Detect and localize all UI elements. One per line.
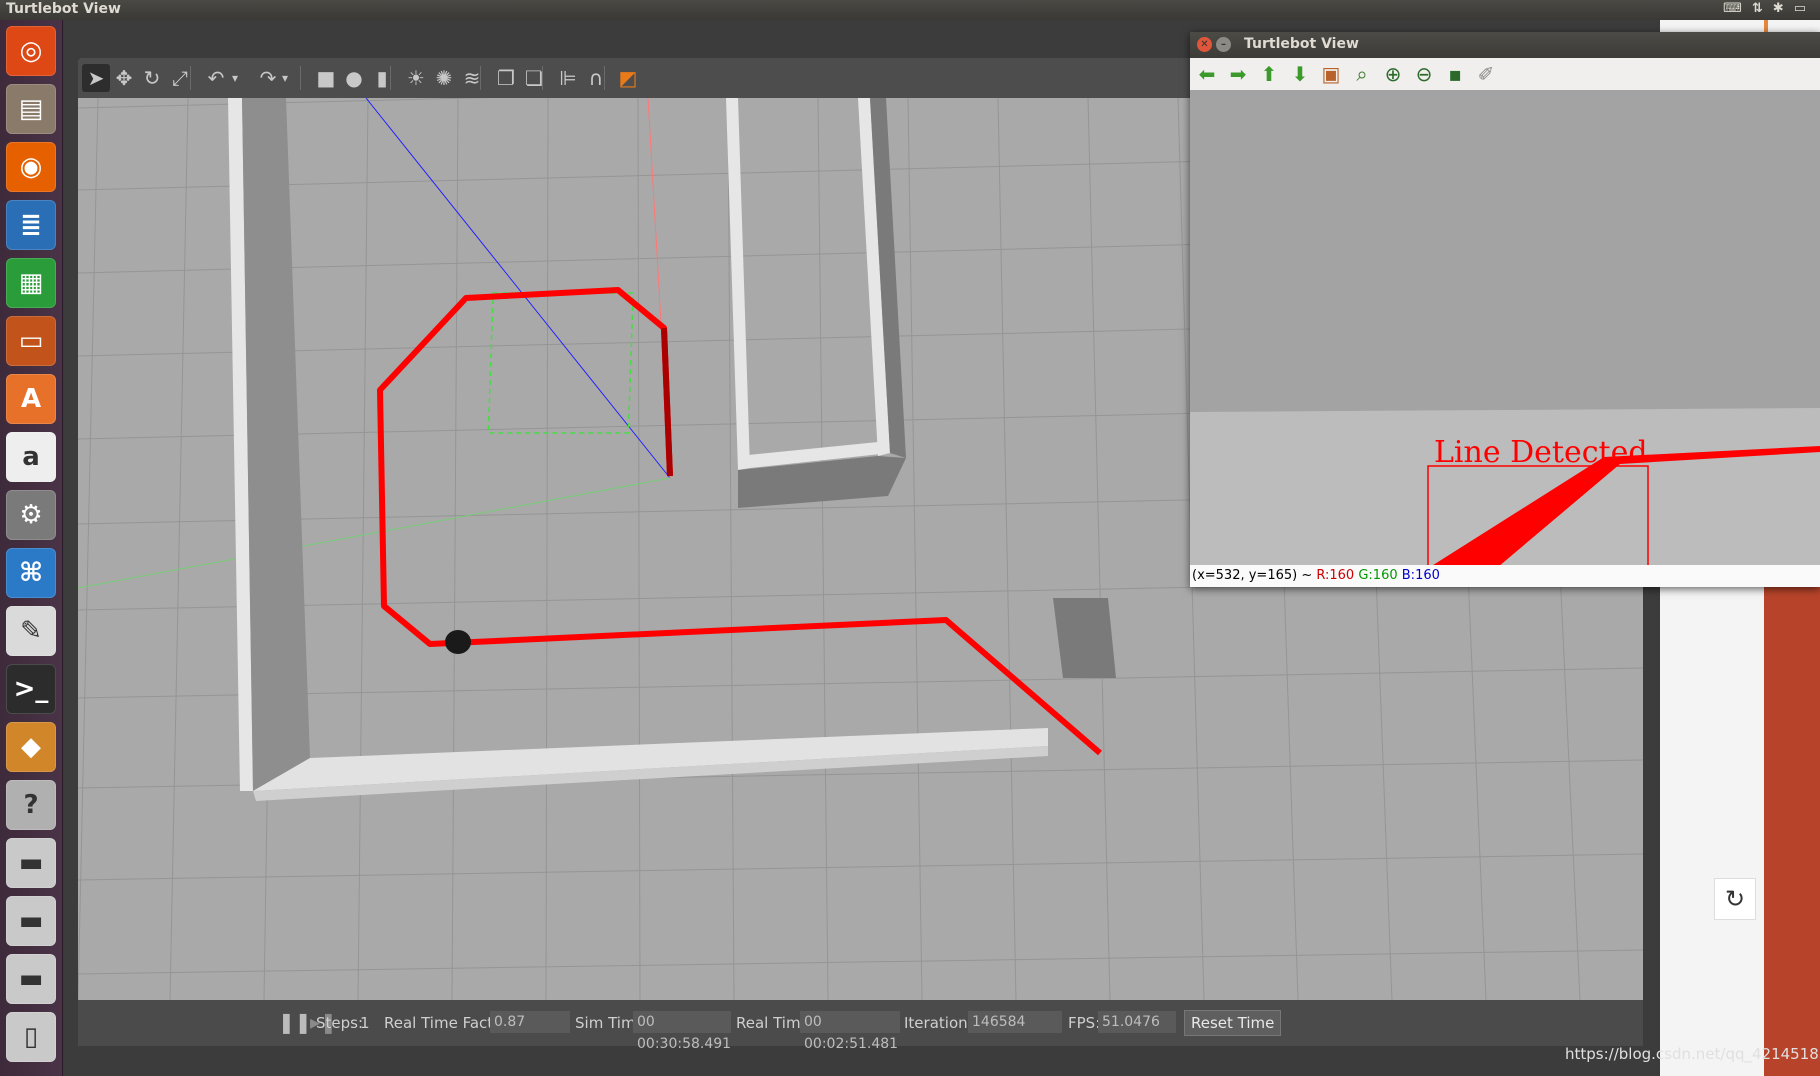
network-icon[interactable]: ⇅: [1752, 1, 1773, 16]
undo-icon[interactable]: ↶: [202, 64, 230, 92]
watermark: https://blog.csdn.net/qq_42145185: [1565, 1045, 1820, 1063]
drive-icon[interactable]: ▬: [6, 954, 56, 1004]
back-arrow-icon[interactable]: ⬅: [1194, 62, 1220, 86]
align-icon[interactable]: ⊫: [554, 64, 582, 92]
pixel-green: G:160: [1358, 568, 1398, 583]
close-icon[interactable]: ✕: [1197, 37, 1212, 52]
accent-bar: [1764, 580, 1820, 1076]
gazebo-icon[interactable]: ◆: [6, 722, 56, 772]
trash-icon[interactable]: ▯: [6, 1012, 56, 1062]
spot-light-icon[interactable]: ✺: [430, 64, 458, 92]
undo-dropdown-icon[interactable]: ▾: [228, 64, 242, 92]
select-arrow-icon[interactable]: ➤: [82, 64, 110, 92]
launcher: ◎ ▤ ◉ ≣ ▦ ▭ Aa ⚙ ⌘ ✎ >_ ◆? ▬ ▬ ▬ ▯: [0, 20, 63, 1076]
toolbar-separator: [604, 66, 605, 90]
down-arrow-icon[interactable]: ⬇: [1287, 62, 1313, 86]
terminal-icon[interactable]: >_: [6, 664, 56, 714]
zoom-out-icon[interactable]: ⊖: [1411, 62, 1437, 86]
minimize-icon[interactable]: –: [1216, 37, 1231, 52]
turtlebot-view-title: Turtlebot View: [1244, 36, 1359, 52]
steps-label: Steps:: [316, 1014, 364, 1032]
help-icon[interactable]: ?: [6, 780, 56, 830]
copy-icon[interactable]: ❐: [492, 64, 520, 92]
translate-icon[interactable]: ✥: [110, 64, 138, 92]
y-axis-line: [365, 98, 671, 479]
selection-bounding-box: [487, 292, 634, 434]
toolbar-separator: [300, 66, 301, 90]
refresh-icon[interactable]: ↻: [1714, 878, 1756, 920]
text-editor-icon[interactable]: ✎: [6, 606, 56, 656]
ubuntu-icon[interactable]: ◎: [6, 26, 56, 76]
box-shape-icon[interactable]: ■: [312, 64, 340, 92]
amazon-icon[interactable]: a: [6, 432, 56, 482]
z-axis-line: [78, 477, 671, 589]
settings-brush-icon[interactable]: ✐: [1473, 62, 1499, 86]
vscode-icon[interactable]: ⌘: [6, 548, 56, 598]
pixel-info-bar: (x=532, y=165) ~ R:160 G:160 B:160: [1190, 565, 1820, 587]
gazebo-toolbar: ➤ ✥ ↻ ⤢ ↶ ▾ ↷ ▾ ■ ● ▮ ☀ ✺ ≋ ❐ ❏ ⊫ ∩ ◩: [78, 58, 1194, 98]
writer-icon[interactable]: ≣: [6, 200, 56, 250]
iterations-value: 146584: [968, 1011, 1062, 1033]
files-icon[interactable]: ▤: [6, 84, 56, 134]
system-tray[interactable]: ⌨⇅✱▭: [1723, 1, 1816, 16]
gazebo-statusbar: ❚❚ ▸❚ Steps: 1 Real Time Factor: 0.87 Si…: [78, 1000, 1643, 1052]
turtlebot-robot[interactable]: [445, 630, 471, 654]
toolbar-separator: [480, 66, 481, 90]
turtlebot-view-window: ✕ – Turtlebot View ⬅ ➡ ⬆ ⬇ ▣ ⌕ ⊕ ⊖ ▪ ✐ Line Detec…: [1190, 32, 1820, 587]
calc-icon[interactable]: ▦: [6, 258, 56, 308]
top-panel: Turtlebot View ⌨⇅✱▭: [0, 0, 1820, 20]
point-light-icon[interactable]: ☀: [402, 64, 430, 92]
camera-image[interactable]: Line Detected: [1190, 90, 1820, 597]
active-window-title: Turtlebot View: [6, 1, 121, 17]
wall-inner[interactable]: [726, 98, 906, 508]
zoom-fit-icon[interactable]: ⌕: [1349, 62, 1375, 86]
snap-icon[interactable]: ∩: [582, 64, 610, 92]
image-icon[interactable]: ▣: [1318, 62, 1344, 86]
reset-time-button[interactable]: Reset Time: [1184, 1010, 1282, 1036]
view-angle-icon[interactable]: ◩: [614, 64, 642, 92]
paste-icon[interactable]: ❏: [520, 64, 548, 92]
toolbar-separator: [542, 66, 543, 90]
wall-stub[interactable]: [1053, 598, 1116, 678]
firefox-icon[interactable]: ◉: [6, 142, 56, 192]
up-arrow-icon[interactable]: ⬆: [1256, 62, 1282, 86]
battery-icon[interactable]: ▭: [1794, 1, 1816, 16]
real-time-factor-value: 0.87: [490, 1011, 570, 1033]
pause-button[interactable]: ❚❚: [278, 1010, 312, 1034]
software-center-icon[interactable]: A: [6, 374, 56, 424]
impress-icon[interactable]: ▭: [6, 316, 56, 366]
drive-icon[interactable]: ▬: [6, 838, 56, 888]
camera-frame: Line Detected: [1190, 90, 1820, 587]
fps-label: FPS:: [1068, 1014, 1101, 1032]
fps-value: 51.0476: [1098, 1011, 1176, 1033]
pixel-coords: (x=532, y=165) ~: [1192, 568, 1313, 583]
toolbar-separator: [190, 66, 191, 90]
pixel-red: R:160: [1316, 568, 1355, 583]
system-settings-icon[interactable]: ⚙: [6, 490, 56, 540]
pixel-blue: B:160: [1401, 568, 1440, 583]
zoom-in-icon[interactable]: ⊕: [1380, 62, 1406, 86]
turtlebot-view-toolbar: ⬅ ➡ ⬆ ⬇ ▣ ⌕ ⊕ ⊖ ▪ ✐: [1190, 58, 1820, 91]
cylinder-shape-icon[interactable]: ▮: [368, 64, 396, 92]
detection-label: Line Detected: [1434, 435, 1648, 470]
sim-time-value: 00 00:30:58.491: [633, 1011, 731, 1052]
forward-arrow-icon[interactable]: ➡: [1225, 62, 1251, 86]
rotate-icon[interactable]: ↻: [138, 64, 166, 92]
redo-dropdown-icon[interactable]: ▾: [278, 64, 292, 92]
turtlebot-view-titlebar[interactable]: ✕ – Turtlebot View: [1190, 32, 1820, 58]
keyboard-icon[interactable]: ⌨: [1723, 1, 1752, 16]
bluetooth-icon[interactable]: ✱: [1773, 1, 1794, 16]
sphere-shape-icon[interactable]: ●: [340, 64, 368, 92]
directional-light-icon[interactable]: ≋: [458, 64, 486, 92]
real-time-value: 00 00:02:51.481: [800, 1011, 900, 1052]
toolbar-separator: [390, 66, 391, 90]
save-icon[interactable]: ▪: [1442, 62, 1468, 86]
drive-icon[interactable]: ▬: [6, 896, 56, 946]
path-shadow-segment: [661, 327, 673, 477]
steps-value[interactable]: 1: [360, 1014, 370, 1032]
